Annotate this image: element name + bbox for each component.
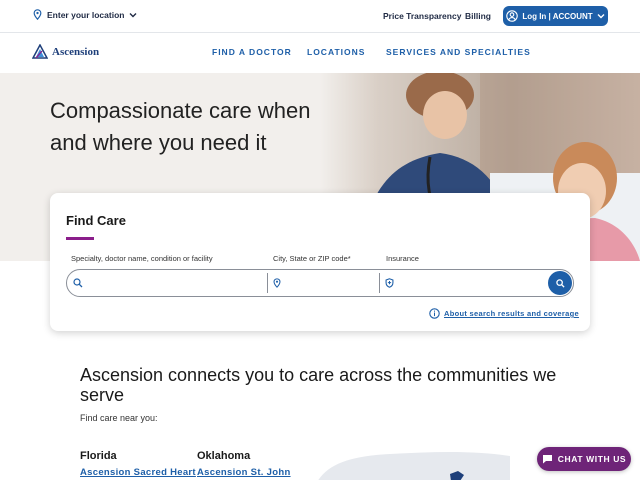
search-submit-button[interactable] (548, 271, 572, 295)
hero-title: Compassionate care when and where you ne… (50, 98, 311, 155)
location-pin-icon (33, 9, 42, 20)
user-circle-icon (506, 10, 519, 22)
search-icon (73, 278, 83, 288)
billing-link[interactable]: Billing (465, 11, 491, 21)
location-segment (273, 270, 379, 296)
nav-find-a-doctor[interactable]: FIND A DOCTOR (212, 47, 292, 57)
login-label: Log In | ACCOUNT (522, 11, 593, 21)
chevron-down-icon (597, 14, 605, 19)
ascension-sacred-heart-link[interactable]: Ascension Sacred Heart (80, 467, 196, 478)
location-pin-icon (273, 278, 281, 288)
price-transparency-link[interactable]: Price Transparency (383, 11, 461, 21)
location-field-label: City, State or ZIP code* (273, 254, 351, 263)
page: Enter your location Price Transparency B… (0, 0, 640, 480)
communities-title: Ascension connects you to care across th… (80, 365, 557, 405)
ascension-st-john-link[interactable]: Ascension St. John (197, 467, 291, 478)
title-underline (66, 237, 94, 240)
chevron-down-icon (129, 12, 137, 17)
find-care-search-bar (66, 269, 574, 297)
location-label: Enter your location (47, 9, 125, 20)
utility-bar: Enter your location Price Transparency B… (0, 0, 640, 32)
us-map-graphic (318, 452, 510, 480)
login-account-button[interactable]: Log In | ACCOUNT (503, 6, 608, 26)
state-oklahoma: Oklahoma (197, 450, 251, 462)
insurance-segment (385, 270, 545, 296)
find-care-title: Find Care (66, 213, 126, 228)
chat-label: CHAT WITH US (557, 454, 627, 464)
insurance-input[interactable] (400, 272, 540, 294)
ascension-logo[interactable]: Ascension (32, 44, 99, 59)
about-search-results-link[interactable]: About search results and coverage (429, 308, 579, 319)
chat-bubble-icon (542, 455, 552, 464)
specialty-field-label: Specialty, doctor name, condition or fac… (71, 254, 213, 263)
specialty-input[interactable] (89, 272, 259, 294)
communities-subtitle: Find care near you: (80, 413, 158, 423)
header-divider (0, 32, 640, 33)
about-link-label: About search results and coverage (444, 309, 579, 318)
state-florida: Florida (80, 450, 117, 462)
insurance-field-label: Insurance (386, 254, 419, 263)
nav-services-and-specialties[interactable]: SERVICES AND SPECIALTIES (386, 47, 531, 57)
logo-text: Ascension (52, 45, 100, 58)
location-input[interactable] (287, 272, 377, 294)
location-selector[interactable]: Enter your location (33, 9, 137, 20)
nav-locations[interactable]: LOCATIONS (307, 47, 365, 57)
chat-with-us-button[interactable]: CHAT WITH US (537, 447, 631, 471)
search-icon (555, 278, 565, 288)
specialty-segment (73, 270, 267, 296)
search-separator (267, 273, 268, 293)
ascension-logo-icon (32, 44, 48, 59)
info-icon (429, 308, 440, 319)
find-care-card: Find Care Specialty, doctor name, condit… (50, 193, 590, 331)
search-separator (379, 273, 380, 293)
shield-icon (385, 278, 394, 288)
